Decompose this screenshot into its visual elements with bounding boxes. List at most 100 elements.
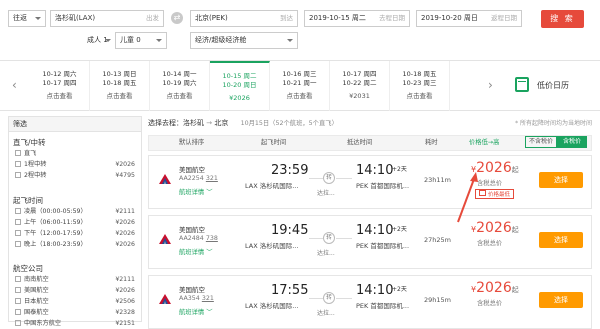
flight-detail-link[interactable]: 航班详情 ﹀ <box>179 307 213 316</box>
airline-logo-icon <box>159 294 171 304</box>
date-option[interactable]: 10-16 周三 10-21 周一 点击查看 <box>270 61 330 111</box>
checkbox[interactable] <box>15 230 21 236</box>
plane-type[interactable]: 321 <box>202 295 214 302</box>
calendar-icon <box>515 77 529 92</box>
date-price: 点击查看 <box>166 92 193 100</box>
chevron-left-icon[interactable]: ‹ <box>12 78 17 92</box>
plane-type[interactable]: 738 <box>206 235 218 242</box>
cabin-select[interactable]: 经济/超级经济舱 <box>190 32 298 49</box>
select-button[interactable]: 选择 <box>539 232 583 248</box>
arrive-time: 14:10 <box>356 223 394 238</box>
checkbox[interactable] <box>15 161 21 167</box>
flight-detail-link[interactable]: 航班详情 ﹀ <box>179 247 213 256</box>
route-line <box>309 238 323 239</box>
trip-type-value: 往返 <box>13 14 27 22</box>
takeoff-option-price: ¥2026 <box>115 230 135 237</box>
select-button[interactable]: 选择 <box>539 292 583 308</box>
tax-note: 含税总价 <box>477 240 503 247</box>
plus-days: +2天 <box>392 226 407 233</box>
stop-option-label: 1程中转 <box>24 161 47 168</box>
date-option[interactable]: 10-15 周二 10-20 周日 ¥2026 <box>210 61 270 111</box>
checkbox[interactable] <box>15 287 21 293</box>
depart-airport: LAX 洛杉矶国际... <box>245 302 299 310</box>
destination-input[interactable]: 北京(PEK) 到达 <box>190 10 298 27</box>
stop-option-label: 直飞 <box>24 150 37 157</box>
date-back: 10-22 周二 <box>342 79 377 87</box>
chevron-down-icon <box>156 39 162 42</box>
airline-option-price: ¥2151 <box>115 320 135 327</box>
date-option[interactable]: 10-18 周五 10-23 周三 点击查看 <box>390 61 450 111</box>
date-option[interactable]: 10-13 周日 10-18 周五 点击查看 <box>90 61 150 111</box>
checkbox[interactable] <box>15 150 21 156</box>
date-go: 10-15 周二 <box>222 72 257 80</box>
adults-select[interactable]: 成人 1 <box>82 32 112 49</box>
sort-depart[interactable]: 起飞时间 <box>261 136 286 150</box>
date-price: 点击查看 <box>106 92 133 100</box>
checkbox[interactable] <box>15 208 21 214</box>
chevron-down-icon <box>35 17 41 20</box>
airline-option[interactable]: 南南航空 ¥2111 <box>15 275 135 284</box>
origin-value: 洛杉矶(LAX) <box>55 14 96 22</box>
takeoff-option[interactable]: 下午（12:00-17:59） ¥2026 <box>15 229 135 238</box>
takeoff-option[interactable]: 晚上（18:00-23:59） ¥2026 <box>15 240 135 249</box>
date-go: 10-13 周日 <box>102 70 137 78</box>
select-button[interactable]: 选择 <box>539 172 583 188</box>
airline-option-price: ¥2111 <box>115 276 135 283</box>
airline-option[interactable]: 美国航空 ¥2026 <box>15 286 135 295</box>
no-tax-toggle[interactable]: 不含税价 <box>525 136 557 148</box>
date-price: ¥2031 <box>349 92 370 100</box>
airline-option[interactable]: 国泰航空 ¥2328 <box>15 308 135 317</box>
checkbox[interactable] <box>15 320 21 326</box>
takeoff-option[interactable]: 上午（06:00-11:59） ¥2026 <box>15 218 135 227</box>
date-back: 10-17 周四 <box>42 79 77 87</box>
chevron-right-icon[interactable]: › <box>488 78 493 92</box>
swap-icon[interactable]: ⇄ <box>171 12 183 24</box>
date-option[interactable]: 10-12 周六 10-17 周四 点击查看 <box>30 61 90 111</box>
arrive-airport: PEK 首都国际机... <box>356 302 410 310</box>
flight-detail-link[interactable]: 航班详情 ﹀ <box>179 187 213 196</box>
date-option[interactable]: 10-17 周四 10-22 周二 ¥2031 <box>330 61 390 111</box>
airline-option[interactable]: 日本航空 ¥2506 <box>15 297 135 306</box>
route-line <box>336 298 352 299</box>
airline-option[interactable]: 中国东方航空 ¥2151 <box>15 319 135 328</box>
flight-number: AA2484 <box>179 235 204 242</box>
date-go: 10-14 周一 <box>162 70 197 78</box>
flight-number-block: AA354 321 <box>179 295 214 302</box>
plane-type[interactable]: 321 <box>206 175 218 182</box>
sort-duration[interactable]: 耗时 <box>425 136 438 150</box>
children-select[interactable]: 儿童 0 <box>115 32 167 49</box>
stop-option[interactable]: 2程中转 ¥4795 <box>15 171 135 180</box>
transfer-badge: 转 <box>323 172 335 184</box>
lowest-price-tag: 价格最低 <box>475 189 515 199</box>
duration: 27h25m <box>424 236 451 244</box>
arrive-time: 14:10 <box>356 283 394 298</box>
depart-date-input[interactable]: 2019-10-15 周二 去程日期 <box>304 10 410 27</box>
checkbox[interactable] <box>15 309 21 315</box>
with-tax-toggle[interactable]: 含税价 <box>557 136 587 148</box>
price: ¥2026起 <box>471 160 519 176</box>
checkbox[interactable] <box>15 172 21 178</box>
date-back: 10-21 周一 <box>282 79 317 87</box>
return-date-input[interactable]: 2019-10-20 周日 返程日期 <box>416 10 522 27</box>
origin-input[interactable]: 洛杉矶(LAX) 出发 <box>50 10 164 27</box>
takeoff-option-price: ¥2026 <box>115 219 135 226</box>
trip-type-select[interactable]: 往返 <box>8 10 46 27</box>
takeoff-option[interactable]: 凌晨（00:00-05:59） ¥2111 <box>15 207 135 216</box>
stop-option[interactable]: 直飞 <box>15 149 135 158</box>
date-price: 点击查看 <box>406 92 433 100</box>
price-suffix: 起 <box>511 226 519 234</box>
sort-price[interactable]: 价格低→高 <box>469 136 499 150</box>
sort-arrive[interactable]: 抵达时间 <box>347 136 372 150</box>
sort-default[interactable]: 默认排序 <box>179 136 204 150</box>
transfer-city: 达拉... <box>317 190 335 197</box>
checkbox[interactable] <box>15 276 21 282</box>
low-price-calendar-button[interactable]: 低价日历 <box>505 71 595 101</box>
date-option[interactable]: 10-14 周一 10-19 周六 点击查看 <box>150 61 210 111</box>
checkbox[interactable] <box>15 241 21 247</box>
checkbox[interactable] <box>15 219 21 225</box>
stop-option-price: ¥4795 <box>115 172 135 179</box>
checkbox[interactable] <box>15 298 21 304</box>
search-button[interactable]: 搜 索 <box>541 10 584 28</box>
stop-option[interactable]: 1程中转 ¥2026 <box>15 160 135 169</box>
route-label: 选择去程：洛杉矶 <box>148 119 204 127</box>
